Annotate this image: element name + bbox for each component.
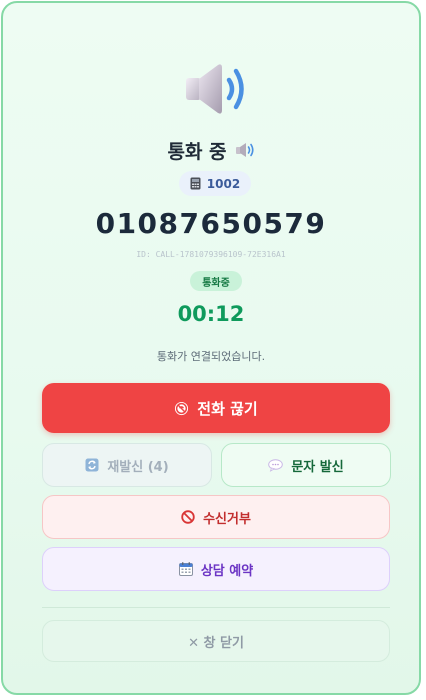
speaker-small-icon [235,143,254,157]
status-message: 통화가 연결되었습니다. [156,350,266,363]
close-button[interactable]: ✕ 창 닫기 [42,620,390,662]
call-panel: 통화 중 1002 01087650579 ID: CALL-178107939… [1,1,421,695]
phone-handset-icon [190,177,201,190]
reserve-button[interactable]: 상담 예약 [42,547,390,591]
call-id: ID: CALL-1781079396109-72E316A1 [136,250,286,259]
title-row: 통화 중 [3,136,419,164]
reject-button-label: 수신거부 [203,511,251,527]
redial-button[interactable]: 재발신 (4) [42,443,212,487]
extension-number: 1002 [206,176,241,191]
sms-button-label: 문자 발신 [291,459,344,475]
speech-bubble-icon [268,458,284,472]
prohibited-icon [181,510,195,524]
reject-button[interactable]: 수신거부 [42,495,390,539]
no-phone-icon [175,401,189,415]
reserve-button-label: 상담 예약 [200,563,254,579]
hangup-button[interactable]: 전화 끊기 [42,383,390,433]
hangup-button-label: 전화 끊기 [197,399,258,418]
phone-number: 01087650579 [95,207,327,240]
call-timer: 00:12 [177,302,245,326]
sms-button[interactable]: 문자 발신 [221,443,391,487]
redial-button-label: 재발신 (4) [107,459,169,475]
page-title: 통화 중 [167,140,227,163]
calendar-icon [178,562,193,576]
close-button-label: ✕ 창 닫기 [188,635,244,651]
status-badge: 통화중 [190,271,242,291]
speaker-icon [186,64,244,114]
redial-icon [85,458,99,472]
extension-badge: 1002 [179,171,251,196]
divider [42,607,390,608]
